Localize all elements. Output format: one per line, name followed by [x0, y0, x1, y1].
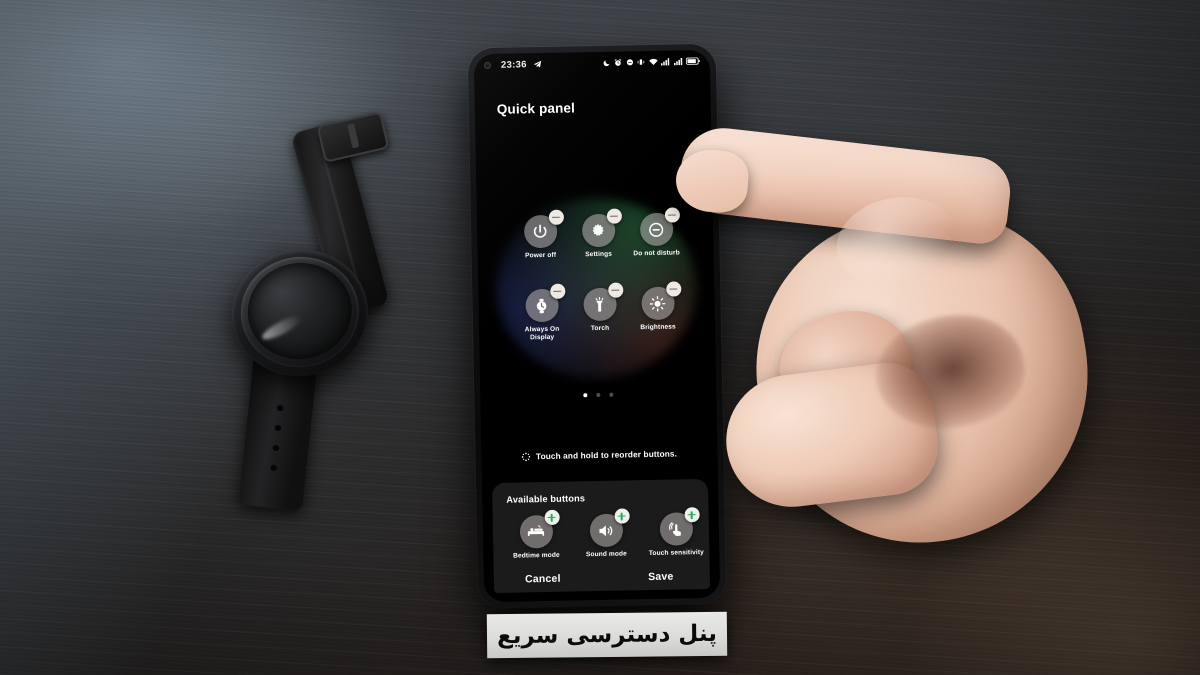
caption-text: پنل دسترسی سریع: [496, 620, 718, 650]
vignette: [0, 0, 1200, 675]
scene: 23:36 Quick panel: [0, 0, 1200, 675]
caption-banner: پنل دسترسی سریع: [486, 611, 728, 659]
